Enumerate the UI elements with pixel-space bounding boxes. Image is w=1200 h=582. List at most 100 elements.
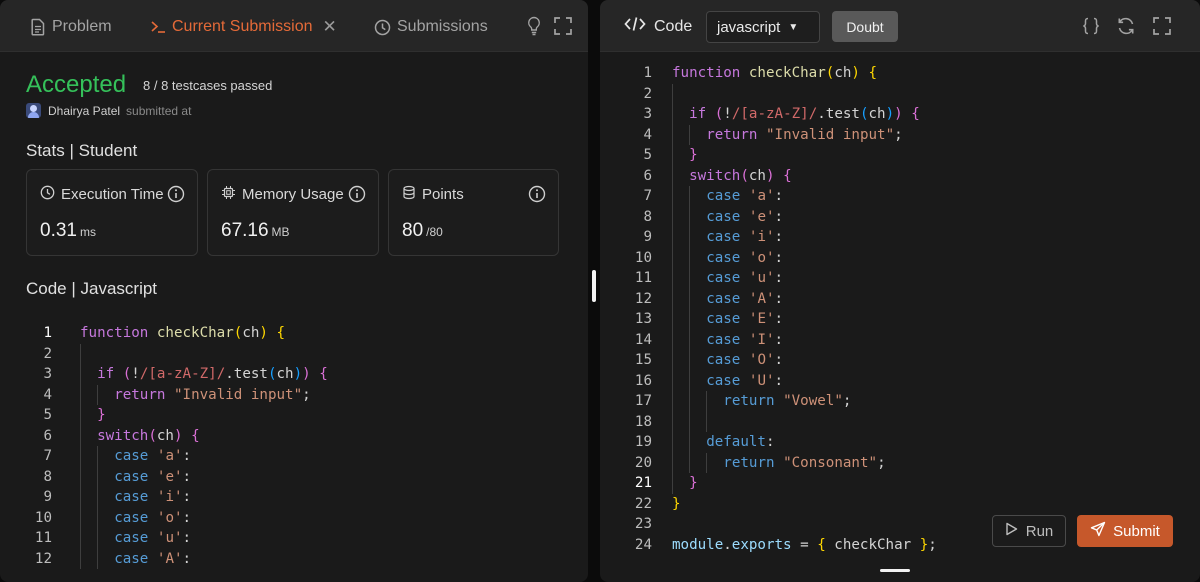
code-text: case 'A': [706,290,784,307]
submitted-code-viewer[interactable]: 1 function checkChar(ch) {2 3 if (!/[a-zA-Z… [0,323,588,582]
indent-guide [672,145,673,166]
indent-guide [97,548,99,569]
code-line: 4 return "Invalid input"; [600,124,1200,145]
submit-button[interactable]: Submit [1077,515,1173,547]
indent-guide [80,343,81,364]
clock-icon [40,185,61,204]
code-title: Code | Javascript [26,279,158,298]
format-braces-icon[interactable] [1080,15,1102,37]
indent-guide [672,268,673,289]
stat-value: 0.31 [40,220,77,241]
indent-guide [706,391,708,412]
fullscreen-icon[interactable] [552,15,574,37]
doubt-button[interactable]: Doubt [832,11,898,42]
code-text: case 'U': [706,372,784,389]
indent-guide [672,350,673,371]
language-select-value: javascript [717,18,781,36]
tab-current-submission[interactable]: Current Submission ✕ [150,16,337,38]
fullscreen-icon[interactable] [1151,15,1173,37]
submitter-info: Dhairya Patel submitted at [26,103,191,118]
code-line: 10 case 'o': [0,507,588,528]
line-number: 23 [634,516,652,532]
line-number: 11 [34,530,52,546]
code-line: 20 return "Consonant"; [600,452,1200,473]
code-text: default: [706,434,775,450]
code-editor[interactable]: 1 function checkChar(ch) {2 3 if (!/[a-zA-Z… [600,63,1200,573]
indent-guide [97,446,99,467]
stat-value: 67.16 [221,220,269,241]
play-icon [1005,522,1026,540]
code-line: 14 case 'I': [600,329,1200,350]
code-line: 5} [0,405,588,426]
tab-submissions[interactable]: Submissions [374,16,488,38]
indent-guide [689,329,691,350]
indent-guide [672,452,673,473]
indent-guide [672,104,673,125]
code-line: 9 case 'i': [0,487,588,508]
code-text: case 'i': [706,229,784,245]
line-number: 14 [634,331,652,348]
code-text: case 'E': [706,311,784,327]
line-number: 4 [43,386,52,403]
indent-guide [672,391,673,412]
code-line: 13 case 'E': [600,309,1200,330]
code-line: 19 default: [600,432,1200,453]
line-number: 5 [43,407,52,423]
line-number: 13 [634,311,652,327]
info-icon[interactable] [167,185,185,208]
code-text: case 'a': [706,188,784,204]
info-icon[interactable] [348,185,366,208]
line-number: 3 [643,106,652,122]
bottom-resize-handle[interactable] [880,569,910,572]
indent-guide [672,329,673,350]
line-number: 4 [643,126,652,143]
run-button[interactable]: Run [992,515,1066,547]
chip-icon [221,185,242,204]
reset-icon[interactable] [1115,15,1137,37]
code-text: return "Invalid input"; [114,386,311,403]
indent-guide [689,350,691,371]
code-text: case 'i': [114,489,192,505]
tab-problem[interactable]: Problem [30,16,112,38]
line-number: 1 [43,325,52,341]
indent-guide [672,83,673,104]
close-icon[interactable]: ✕ [323,17,337,37]
stats-title: Stats | Student [26,141,138,160]
stat-label: Execution Time [61,186,164,203]
line-number: 3 [43,366,52,382]
panel-resize-handle[interactable] [592,270,596,302]
language-select[interactable]: javascript ▼ [706,11,820,43]
line-number: 11 [634,270,652,286]
code-editor-panel: Code javascript ▼ Doubt 1 function checkC… [600,0,1200,582]
code-text: if (!/[a-zA-Z]/.test(ch)) { [689,106,920,122]
info-icon[interactable] [528,185,546,208]
code-brackets-icon [624,16,654,37]
indent-guide [672,165,673,186]
indent-guide [80,384,81,405]
code-text: case 'o': [706,249,784,266]
code-line: 2 [600,83,1200,104]
submitted-at-label: submitted at [126,103,192,118]
indent-guide [80,487,81,508]
code-text: case 'A': [114,550,192,567]
indent-guide [672,247,673,268]
code-line: 11 case 'u': [0,528,588,549]
editor-header: Code javascript ▼ Doubt [600,0,1200,52]
indent-guide [97,507,99,528]
code-text: function checkChar(ch) { [672,65,878,81]
indent-guide [672,473,673,494]
line-number: 1 [643,65,652,81]
line-number: 8 [43,468,52,485]
code-line: 7 case 'a': [600,186,1200,207]
user-name[interactable]: Dhairya Patel [48,104,120,118]
indent-guide [689,268,691,289]
code-line: 12 case 'A': [0,548,588,569]
line-number: 6 [43,427,52,444]
line-number: 6 [643,167,652,184]
code-text: } [689,147,698,163]
line-number: 8 [643,208,652,225]
code-line: 15 case 'O': [600,350,1200,371]
code-text: return "Vowel"; [723,393,852,409]
code-text: case 'I': [706,331,784,348]
lightbulb-icon[interactable] [523,15,545,37]
